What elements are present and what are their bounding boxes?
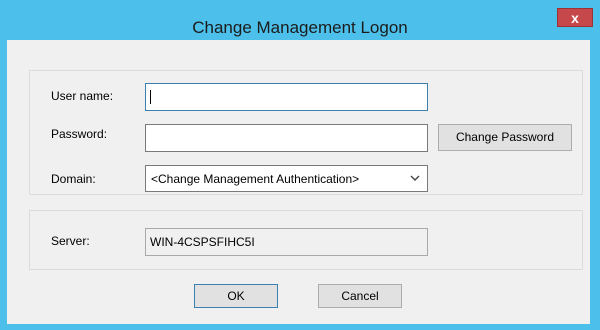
server-label: Server:: [51, 234, 90, 248]
server-field: WIN-4CSPSFIHC5I: [145, 228, 428, 256]
text-cursor: [150, 90, 151, 104]
close-button[interactable]: x: [557, 8, 593, 27]
username-label: User name:: [51, 89, 114, 103]
domain-select[interactable]: <Change Management Authentication>: [145, 165, 428, 192]
logon-dialog: Change Management Logon x User name: Pas…: [0, 0, 600, 330]
domain-label: Domain:: [51, 172, 96, 186]
password-input[interactable]: [145, 124, 428, 152]
cancel-button[interactable]: Cancel: [318, 284, 402, 308]
username-input[interactable]: [145, 83, 428, 111]
dialog-title: Change Management Logon: [192, 18, 408, 37]
password-label: Password:: [51, 127, 108, 141]
domain-selected-value: <Change Management Authentication>: [151, 172, 360, 186]
close-icon: x: [571, 10, 579, 26]
chevron-down-icon: [410, 175, 420, 181]
change-password-button[interactable]: Change Password: [438, 124, 572, 151]
ok-button[interactable]: OK: [194, 284, 278, 308]
